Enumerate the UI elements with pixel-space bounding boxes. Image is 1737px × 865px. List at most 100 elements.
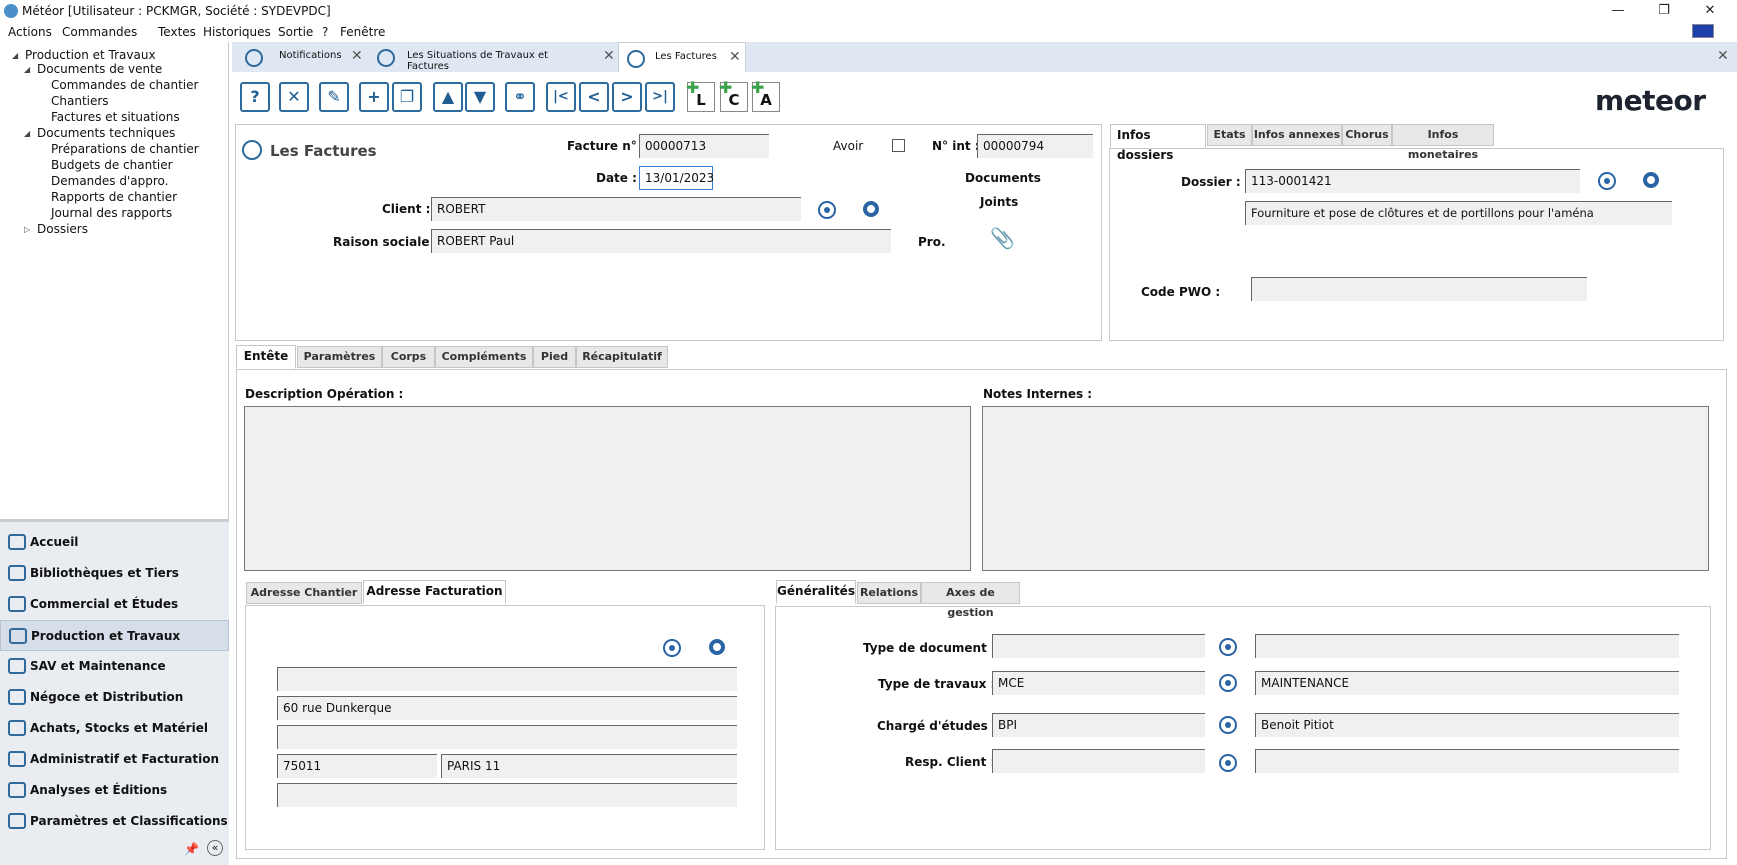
tab-infos-dossiers[interactable]: Infos dossiers (1110, 124, 1206, 162)
select-charge-etudes-icon[interactable] (1219, 716, 1237, 734)
move-down-button[interactable]: ▼ (465, 82, 495, 112)
city-field[interactable]: PARIS 11 (441, 754, 737, 778)
tab-adresse-chantier[interactable]: Adresse Chantier (246, 582, 362, 604)
avoir-checkbox[interactable] (892, 139, 905, 152)
select-dossier-icon[interactable] (1598, 172, 1616, 190)
postal-code-field[interactable]: 75011 (277, 754, 437, 778)
module-commercial[interactable]: Commercial et Études (0, 589, 229, 620)
code-pwo-field[interactable] (1251, 277, 1587, 301)
select-resp-client-icon[interactable] (1219, 754, 1237, 772)
tab-entete[interactable]: Entête (236, 345, 296, 369)
add-button[interactable]: + (359, 82, 389, 112)
move-up-button[interactable]: ▲ (433, 82, 463, 112)
next-record-button[interactable]: > (612, 82, 642, 112)
charge-etudes-code[interactable]: BPI (992, 713, 1205, 737)
description-textarea[interactable] (244, 406, 971, 571)
menu-historiques[interactable]: Historiques (203, 25, 271, 39)
tab-parametres[interactable]: Paramètres (297, 346, 382, 368)
tab-axes-gestion[interactable]: Axes de gestion (921, 582, 1020, 619)
tree-commandes[interactable]: Commandes de chantier (51, 78, 198, 92)
tab-generalites[interactable]: Généralités (776, 580, 856, 604)
pin-icon[interactable]: 📌 (184, 842, 199, 856)
raison-field[interactable]: ROBERT Paul (431, 229, 891, 253)
minimize-button[interactable]: — (1595, 0, 1641, 22)
close-tab-icon[interactable]: ✕ (729, 49, 741, 65)
first-record-button[interactable]: |< (546, 82, 576, 112)
tree-dossiers[interactable]: Dossiers (37, 222, 88, 236)
select-type-document-icon[interactable] (1219, 638, 1237, 656)
copy-button[interactable]: ❐ (392, 82, 422, 112)
prev-record-button[interactable]: < (579, 82, 609, 112)
expand-arrow-icon[interactable]: ▷ (24, 225, 30, 234)
menu-sortie[interactable]: Sortie (278, 25, 313, 39)
tab-relations[interactable]: Relations (857, 582, 921, 604)
address-line-5[interactable] (277, 783, 737, 807)
date-field[interactable]: 13/01/2023 (639, 166, 714, 190)
tab-corps[interactable]: Corps (382, 346, 435, 368)
module-achats[interactable]: Achats, Stocks et Matériel (0, 713, 229, 744)
select-address-icon[interactable] (663, 639, 681, 657)
tree-root-production[interactable]: Production et Travaux (25, 48, 156, 62)
tree-chantiers[interactable]: Chantiers (51, 94, 109, 108)
close-tab-icon[interactable]: ✕ (351, 48, 363, 64)
nint-field[interactable]: 00000794 (977, 134, 1093, 158)
menu-commandes[interactable]: Commandes (62, 25, 137, 39)
tab-factures[interactable]: Les Factures ✕ (618, 42, 746, 72)
tab-etats[interactable]: Etats (1207, 124, 1252, 146)
tab-adresse-facturation[interactable]: Adresse Facturation (363, 580, 506, 604)
close-tab-icon[interactable]: ✕ (603, 48, 615, 64)
type-travaux-code[interactable]: MCE (992, 671, 1205, 695)
menu-fenetre[interactable]: Fenêtre (340, 25, 385, 39)
delete-button[interactable]: ✕ (279, 82, 309, 112)
add-line-c-button[interactable]: ✚ C (719, 80, 748, 112)
close-all-icon[interactable]: ✕ (1717, 48, 1729, 64)
select-client-icon[interactable] (818, 201, 836, 219)
client-settings-icon[interactable] (863, 201, 879, 217)
module-administratif[interactable]: Administratif et Facturation (0, 744, 229, 775)
tree-docs-techniques[interactable]: Documents techniques (37, 126, 175, 140)
address-line-1[interactable] (277, 667, 737, 691)
select-type-travaux-icon[interactable] (1219, 674, 1237, 692)
collapse-arrow-icon[interactable]: ◢ (12, 51, 18, 60)
tree-budgets[interactable]: Budgets de chantier (51, 158, 173, 172)
menu-actions[interactable]: Actions (8, 25, 52, 39)
tree-journal[interactable]: Journal des rapports (51, 206, 172, 220)
help-button[interactable]: ? (240, 82, 270, 112)
module-sav[interactable]: SAV et Maintenance (0, 651, 229, 682)
menu-textes[interactable]: Textes (158, 25, 196, 39)
module-bibliotheques[interactable]: Bibliothèques et Tiers (0, 558, 229, 589)
tab-recapitulatif[interactable]: Récapitulatif (576, 346, 668, 368)
tree-rapports[interactable]: Rapports de chantier (51, 190, 177, 204)
search-button[interactable]: ⚭ (505, 82, 535, 112)
address-line-2[interactable]: 60 rue Dunkerque (277, 696, 737, 720)
module-negoce[interactable]: Négoce et Distribution (0, 682, 229, 713)
module-production[interactable]: Production et Travaux (0, 620, 229, 651)
last-record-button[interactable]: >| (645, 82, 675, 112)
tree-factures-situations[interactable]: Factures et situations (51, 110, 180, 124)
add-line-l-button[interactable]: ✚ L (686, 80, 715, 112)
module-parametres[interactable]: Paramètres et Classifications (0, 806, 229, 837)
maximize-button[interactable]: ❐ (1641, 0, 1687, 22)
tree-preparations[interactable]: Préparations de chantier (51, 142, 199, 156)
paperclip-icon[interactable]: 📎 (990, 226, 1015, 250)
add-line-a-button[interactable]: ✚ A (751, 80, 780, 112)
type-document-code[interactable] (992, 634, 1205, 658)
module-accueil[interactable]: Accueil (0, 527, 229, 558)
tab-notifications[interactable]: Notifications ✕ Les Situations de Travau… (237, 42, 615, 72)
edit-button[interactable]: ✎ (319, 82, 349, 112)
menu-help[interactable]: ? (322, 25, 328, 39)
dossier-settings-icon[interactable] (1643, 172, 1659, 188)
collapse-panel-icon[interactable]: « (207, 840, 223, 856)
module-analyses[interactable]: Analyses et Éditions (0, 775, 229, 806)
resp-client-code[interactable] (992, 749, 1205, 773)
tab-complements[interactable]: Compléments (435, 346, 533, 368)
collapse-arrow-icon[interactable]: ◢ (24, 129, 30, 138)
language-flag-icon[interactable] (1692, 24, 1714, 38)
tree-demandes[interactable]: Demandes d'appro. (51, 174, 168, 188)
notes-textarea[interactable] (982, 406, 1709, 571)
client-field[interactable]: ROBERT (431, 197, 801, 221)
tab-infos-annexes[interactable]: Infos annexes (1252, 124, 1342, 146)
address-line-3[interactable] (277, 725, 737, 749)
dossier-field[interactable]: 113-0001421 (1245, 169, 1580, 193)
address-settings-icon[interactable] (709, 639, 725, 655)
